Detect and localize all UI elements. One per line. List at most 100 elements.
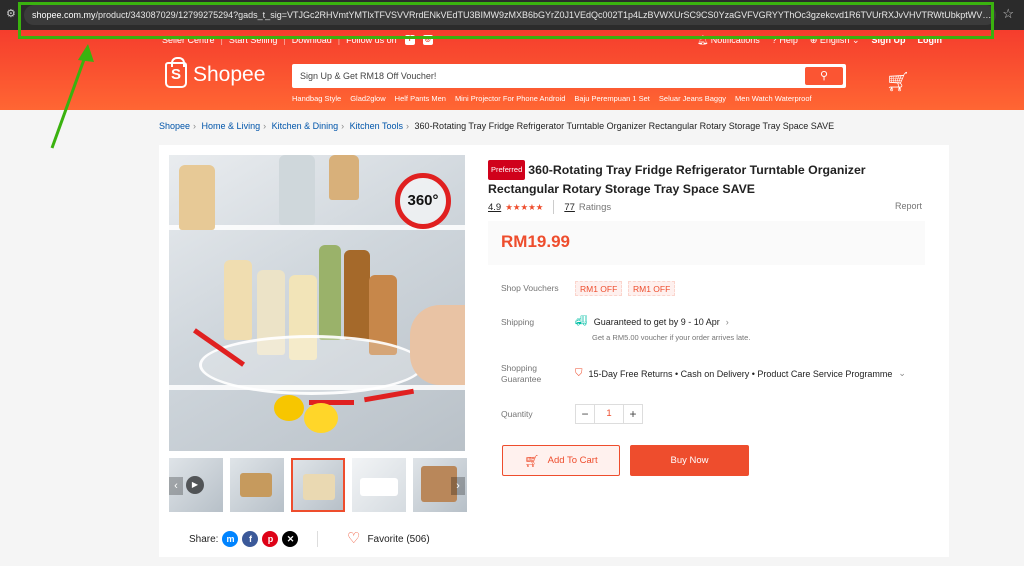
voucher-chip[interactable]: RM1 OFF	[628, 281, 676, 296]
add-to-cart-button[interactable]: 🛒︎ Add To Cart	[502, 445, 620, 476]
search-icon: ⚲	[819, 70, 829, 82]
product-title-text: 360-Rotating Tray Fridge Refrigerator Tu…	[488, 163, 866, 196]
guarantee-label-line: Shopping	[501, 363, 537, 373]
account-links: 🔔︎ Notifications ? Help ⊕ English ⌄ Sign…	[697, 35, 942, 46]
login-link[interactable]: Login	[918, 35, 943, 46]
decrease-button[interactable]: −	[575, 404, 595, 424]
shopee-logo[interactable]: S Shopee	[165, 57, 265, 88]
breadcrumb-kitchen-dining[interactable]: Kitchen & Dining	[272, 121, 339, 131]
thumbnail-next-button[interactable]: ›	[451, 477, 465, 495]
rating-stars: ★★★★★	[505, 201, 544, 212]
search-button[interactable]: ⚲	[805, 67, 843, 85]
rating-row: 4.9 ★★★★★ 77 Ratings	[488, 200, 611, 214]
turntable-tray	[199, 335, 424, 395]
product-main-image[interactable]: 360°	[169, 155, 465, 451]
suggestion-link[interactable]: Seluar Jeans Baggy	[659, 94, 726, 103]
green-bottle	[319, 245, 341, 340]
thumbnail-prev-button[interactable]: ‹	[169, 477, 183, 495]
language-selector[interactable]: ⊕ English ⌄	[810, 35, 860, 46]
report-link[interactable]: Report	[895, 201, 922, 211]
chevron-right-icon: ›	[725, 316, 729, 327]
thumbnail-content	[303, 474, 335, 500]
product-title: Preferred 360-Rotating Tray Fridge Refrig…	[488, 160, 888, 198]
suggestion-link[interactable]: Men Watch Waterproof	[735, 94, 812, 103]
url-path: /product/343087029/12799275294?gads_t_si…	[95, 10, 996, 20]
facebook-icon[interactable]: f	[404, 35, 415, 45]
chevron-right-icon: ›	[193, 121, 197, 131]
suggestion-link[interactable]: Mini Projector For Phone Android	[455, 94, 565, 103]
quantity-label: Quantity	[501, 409, 533, 419]
suggestion-link[interactable]: Helf Pants Men	[395, 94, 446, 103]
shop-vouchers-label: Shop Vouchers	[501, 283, 559, 293]
voucher-chip[interactable]: RM1 OFF	[575, 281, 623, 296]
breadcrumb-home-living[interactable]: Home & Living	[202, 121, 261, 131]
chevron-right-icon: ›	[406, 121, 410, 131]
thumbnail-image[interactable]	[352, 458, 406, 512]
follow-us-label: Follow us on	[346, 35, 397, 45]
pinterest-icon[interactable]: p	[262, 531, 279, 547]
truck-icon: 🚚︎	[575, 316, 588, 327]
download-link[interactable]: Download	[292, 35, 332, 45]
seller-centre-link[interactable]: Seller Centre	[162, 35, 215, 45]
guarantee-text: 15-Day Free Returns • Cash on Delivery •…	[588, 368, 893, 379]
quantity-input[interactable]: 1	[595, 404, 623, 424]
site-settings-icon[interactable]: ⚙	[6, 8, 18, 20]
thumbnail-content	[360, 478, 398, 496]
shipping-info[interactable]: 🚚︎ Guaranteed to get by 9 - 10 Apr ›	[575, 316, 729, 327]
help-icon: ?	[771, 35, 777, 45]
favorite-button[interactable]: ♡ Favorite (506)	[347, 531, 430, 547]
cart-icon[interactable]: 🛒︎	[886, 70, 910, 94]
preferred-badge: Preferred	[488, 160, 526, 180]
star-icon[interactable]: ☆	[1002, 7, 1014, 21]
site-header: Seller Centre | Start Selling | Download | …	[0, 30, 1024, 110]
notifications-link[interactable]: 🔔︎ Notifications	[697, 35, 760, 46]
bell-icon: 🔔︎	[696, 35, 709, 45]
lemon-shape	[304, 403, 338, 433]
top-links: Seller Centre | Start Selling | Download | …	[162, 35, 433, 45]
product-card: 360° ▶ ‹ › Share: m f p ✕ ♡ Favorite (50…	[159, 145, 949, 557]
divider	[553, 200, 555, 214]
lemon-shape	[274, 395, 304, 421]
messenger-icon[interactable]: m	[222, 531, 239, 547]
ratings-count[interactable]: 77	[564, 202, 575, 213]
sign-up-link[interactable]: Sign Up	[872, 35, 906, 46]
shipping-subtext: Get a RM5.00 voucher if your order arriv…	[592, 333, 751, 342]
search-input[interactable]	[292, 64, 797, 88]
chevron-down-icon: ⌄	[851, 35, 860, 45]
play-icon: ▶	[186, 476, 204, 494]
buy-now-button[interactable]: Buy Now	[630, 445, 749, 476]
price-box: RM19.99	[488, 221, 925, 265]
add-cart-icon: 🛒︎	[524, 453, 540, 468]
address-bar[interactable]: shopee.com.my/product/343087029/12799275…	[24, 5, 996, 25]
search-suggestions: Handbag Style Glad2glow Helf Pants Men M…	[292, 94, 812, 103]
guarantee-info[interactable]: ⛉ 15-Day Free Returns • Cash on Delivery…	[575, 368, 906, 379]
shipping-text: Guaranteed to get by 9 - 10 Apr	[593, 316, 720, 327]
favorite-label: Favorite (506)	[367, 533, 430, 545]
ratings-label: Ratings	[578, 201, 612, 213]
chevron-down-icon: ⌄	[898, 368, 906, 378]
breadcrumb: Shopee › Home & Living › Kitchen & Dining ›…	[159, 121, 834, 131]
drink-jar	[329, 155, 359, 200]
red-arrow-shape	[363, 388, 415, 403]
shopee-bag-icon: S	[165, 57, 187, 88]
suggestion-link[interactable]: Handbag Style	[292, 94, 341, 103]
thumbnail-image[interactable]	[230, 458, 284, 512]
suggestion-link[interactable]: Glad2glow	[350, 94, 385, 103]
brown-bottle	[344, 250, 370, 340]
x-twitter-icon[interactable]: ✕	[282, 531, 299, 547]
start-selling-link[interactable]: Start Selling	[229, 35, 278, 45]
divider	[317, 531, 318, 547]
cereal-jar	[179, 165, 215, 230]
breadcrumb-kitchen-tools[interactable]: Kitchen Tools	[350, 121, 403, 131]
thumbnail-content	[240, 473, 272, 497]
suggestion-link[interactable]: Baju Perempuan 1 Set	[574, 94, 649, 103]
shield-icon: ⛉	[575, 368, 583, 379]
increase-button[interactable]: +	[623, 404, 643, 424]
breadcrumb-shopee[interactable]: Shopee	[159, 121, 190, 131]
rating-score[interactable]: 4.9	[488, 202, 501, 213]
help-link[interactable]: ? Help	[772, 35, 798, 46]
facebook-icon[interactable]: f	[242, 531, 259, 547]
instagram-icon[interactable]: ◎	[422, 35, 433, 45]
browser-toolbar: ⚙ shopee.com.my/product/343087029/127992…	[0, 0, 1024, 30]
thumbnail-image-active[interactable]	[291, 458, 345, 512]
